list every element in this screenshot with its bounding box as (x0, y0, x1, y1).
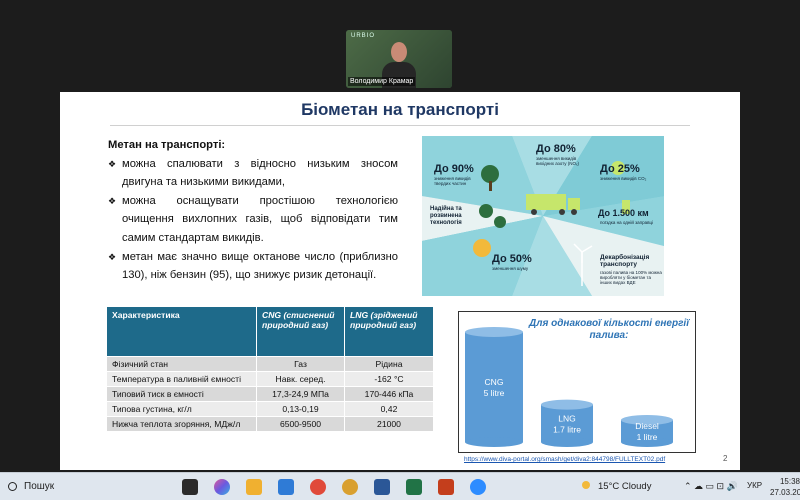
column-header: LNG (зріджений природний газ) (344, 306, 434, 357)
word-icon[interactable] (374, 479, 390, 495)
video-brand: URBIO (351, 33, 376, 39)
search-label: Пошук (24, 481, 55, 492)
table-row: Температура в паливній ємності Навк. сер… (106, 371, 434, 387)
table-header-row: Характеристика CNG (стиснений природний … (106, 306, 434, 357)
title-divider (110, 125, 690, 126)
table-cell: Навк. серед. (256, 371, 345, 387)
table-cell: 0,13-0,19 (256, 401, 345, 417)
stat-technology: Надійна та розвинена технологія (430, 206, 462, 226)
video-tile[interactable]: URBIO Володимир Крамар (346, 30, 452, 88)
stat-particles-sub: зниження викидів твердих частин (434, 176, 471, 186)
table-row: Нижча теплота згоряння, МДж/л 6500-9500 … (106, 416, 434, 432)
cylinder-value-label: 1.7 litre (553, 424, 581, 434)
table-cell: Нижча теплота згоряння, МДж/л (106, 416, 257, 432)
edge-icon[interactable] (278, 479, 294, 495)
windows-taskbar: Пошук 15°C Cloudy ⌃ ☁ ▭ ⊡ 🔊 УКР 15:38 27… (0, 472, 800, 500)
bullet-list: Метан на транспорті: можна спалювати з в… (108, 136, 398, 285)
table-cell: -162 °C (344, 371, 434, 387)
participant-name: Володимир Крамар (348, 77, 416, 86)
stat-nox: До 80% (536, 143, 576, 155)
stat-decarbonization: Декарбонізація транспорту (600, 254, 650, 268)
zoom-stage: URBIO Володимир Крамар Біометан на транс… (0, 0, 800, 472)
task-view-icon[interactable] (182, 479, 198, 495)
cylinder-top (465, 327, 523, 337)
cylinder-top (541, 399, 593, 410)
fuel-comparison-table: Характеристика CNG (стиснений природний … (106, 306, 434, 432)
cylinder-value-label: 5 litre (484, 388, 505, 398)
cylinder-bar-cng: CNG5 litre (465, 327, 523, 447)
table-row: Типова густина, кг/л 0,13-0,19 0,42 (106, 401, 434, 417)
search-icon (8, 482, 17, 491)
table-cell: Газ (256, 356, 345, 372)
clock-time: 15:38 (779, 477, 800, 486)
column-header: Характеристика (106, 306, 257, 357)
clock[interactable]: 15:38 27.03.2025 (770, 476, 800, 498)
stat-range-sub: поїздка на одній заправці (600, 220, 654, 225)
copilot-icon[interactable] (214, 479, 230, 495)
stat-nox-sub: зменшення викидів вихідних азоту (NOₓ) (536, 156, 579, 166)
excel-icon[interactable] (406, 479, 422, 495)
stat-co2: До 25% (600, 163, 640, 175)
bullet-item: метан має значно вище октанове число (пр… (108, 248, 398, 285)
table-cell: 0,42 (344, 401, 434, 417)
powerpoint-icon[interactable] (438, 479, 454, 495)
weather-icon[interactable] (580, 479, 592, 491)
bullet-item: можна спалювати з відносно низьким зносо… (108, 155, 398, 192)
source-link[interactable]: https://www.diva-portal.org/smash/get/di… (464, 456, 665, 463)
table-cell: Типовий тиск в ємності (106, 386, 257, 402)
cylinder-bar-diesel: Diesel1 litre (621, 415, 673, 447)
language-indicator[interactable]: УКР (747, 481, 762, 490)
table-cell: 6500-9500 (256, 416, 345, 432)
cylinder-base (541, 437, 593, 447)
page-number: 2 (723, 454, 728, 463)
table-cell: 170-446 кПа (344, 386, 434, 402)
stat-decarbonization-sub: газові палива на 100% можна виробляти у … (600, 270, 662, 285)
stat-particles: До 90% (434, 163, 474, 175)
taskbar-search[interactable]: Пошук (6, 478, 156, 496)
section-heading: Метан на транспорті: (108, 139, 226, 151)
participant-head (391, 42, 407, 62)
cylinder-body (465, 332, 523, 442)
file-explorer-icon[interactable] (246, 479, 262, 495)
cylinder-base (465, 437, 523, 447)
table-cell: 21000 (344, 416, 434, 432)
cylinder-bar-lng: LNG1.7 litre (541, 399, 593, 447)
table-cell: Фізичний стан (106, 356, 257, 372)
table-row: Фізичний стан Газ Рідина (106, 356, 434, 372)
table-cell: 17,3-24,9 МПа (256, 386, 345, 402)
cylinder-category-label: Diesel (635, 421, 659, 431)
system-tray-icons[interactable]: ⌃ ☁ ▭ ⊡ 🔊 (684, 481, 738, 492)
weather-text[interactable]: 15°C Cloudy (598, 481, 651, 492)
chrome-profile-icon[interactable] (342, 479, 358, 495)
shared-slide: Біометан на транспорті Метан на транспор… (60, 92, 740, 470)
zoom-icon[interactable] (470, 479, 486, 495)
table-row: Типовий тиск в ємності 17,3-24,9 МПа 170… (106, 386, 434, 402)
cylinder-value-label: 1 litre (637, 432, 658, 442)
cylinder-category-label: CNG (485, 377, 504, 387)
fuel-volume-chart: Для однакової кількості енергії палива: … (458, 311, 696, 453)
infographic: До 90% зниження викидів твердих частин Д… (422, 136, 664, 296)
clock-date: 27.03.2025 (770, 488, 800, 497)
table-cell: Температура в паливній ємності (106, 371, 257, 387)
stat-noise-sub: зменшення шуму (492, 266, 529, 271)
cylinder-category-label: LNG (558, 413, 575, 423)
stat-co2-sub: зниження викидів CO₂ (600, 176, 647, 181)
bullet-item: можна оснащувати простішою технологією о… (108, 192, 398, 248)
chrome-icon[interactable] (310, 479, 326, 495)
stat-noise: До 50% (492, 253, 532, 265)
slide-title: Біометан на транспорті (301, 100, 499, 119)
chart-canvas: CNG5 litre LNG1.7 litre Diesel1 litre (465, 327, 673, 447)
table-cell: Типова густина, кг/л (106, 401, 257, 417)
stat-range: До 1.500 км (598, 208, 649, 218)
column-header: CNG (стиснений природний газ) (256, 306, 345, 357)
table-cell: Рідина (344, 356, 434, 372)
